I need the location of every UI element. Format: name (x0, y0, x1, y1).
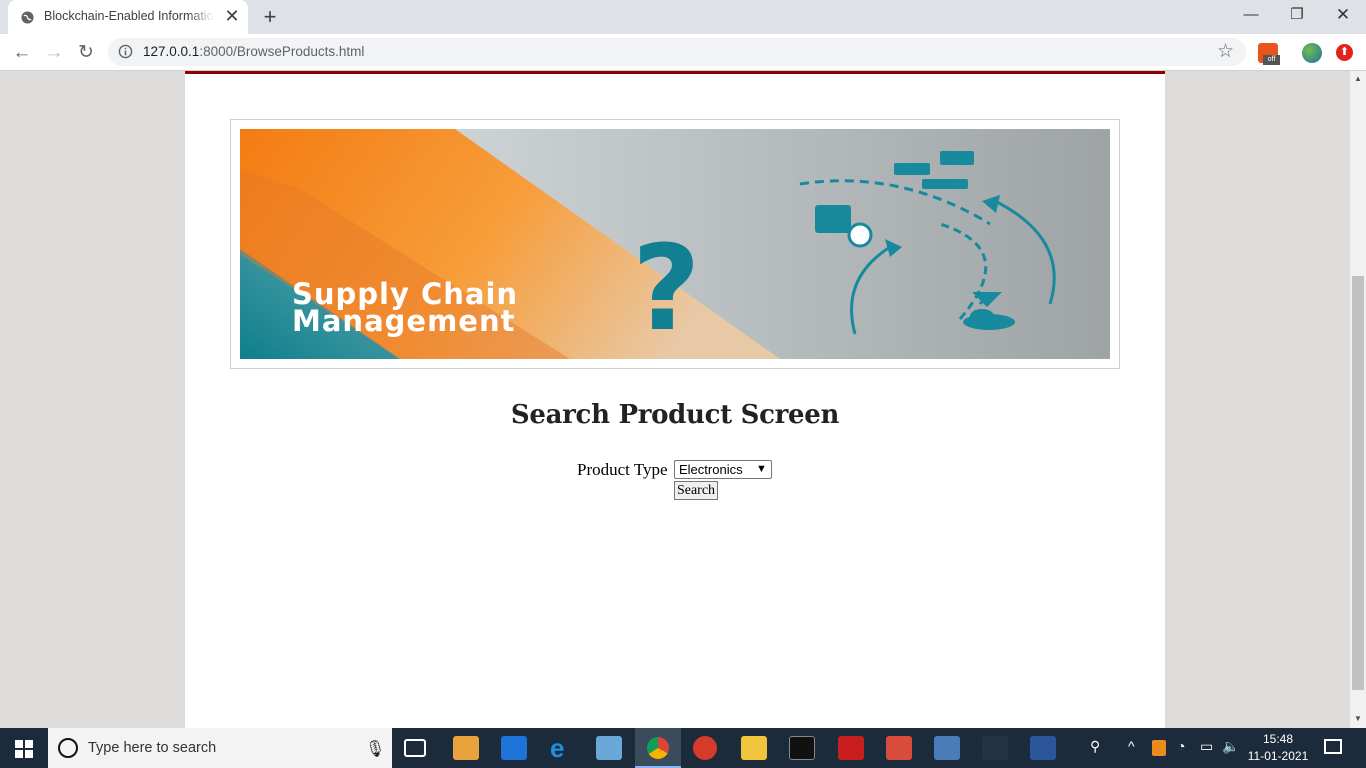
taskbar-clock[interactable]: 15:48 11-01-2021 (1244, 731, 1312, 765)
word-icon[interactable] (1030, 736, 1056, 760)
search-button[interactable]: Search (674, 481, 718, 500)
profile-extension-icon[interactable] (1302, 43, 1322, 63)
banner-question-mark: ? (632, 219, 700, 357)
edge-icon[interactable]: e (550, 733, 564, 764)
clock-date: 11-01-2021 (1247, 749, 1309, 763)
extension-off-badge: off (1263, 55, 1280, 65)
url-path: :8000/BrowseProducts.html (199, 44, 365, 59)
scrollbar-thumb[interactable] (1352, 276, 1364, 690)
new-tab-button[interactable]: + (258, 6, 282, 28)
scroll-down-arrow-icon[interactable]: ▼ (1350, 712, 1366, 726)
volume-icon[interactable]: 🔈 (1222, 738, 1239, 755)
banner-title-line2: Management (292, 304, 515, 338)
url-text: 127.0.0.1:8000/BrowseProducts.html (143, 44, 364, 59)
reload-icon[interactable]: ↻ (74, 41, 98, 65)
windows-logo-icon (15, 740, 33, 758)
supply-chain-banner-image: Supply Chain Management ? (240, 129, 1110, 359)
battery-icon[interactable]: ▭ (1200, 738, 1213, 755)
app-icon-paint[interactable] (886, 736, 912, 760)
task-view-icon[interactable] (404, 739, 426, 757)
close-tab-icon[interactable]: ✕ (222, 6, 242, 26)
cortana-icon (58, 738, 78, 758)
store-icon[interactable] (453, 736, 479, 760)
page-title: Search Product Screen (510, 400, 840, 430)
url-host: 127.0.0.1 (143, 44, 200, 59)
acrobat-icon[interactable] (838, 736, 864, 760)
chrome-taskbar-button[interactable] (635, 728, 681, 768)
wifi-icon[interactable]: ◔ (1177, 738, 1185, 754)
mysql-icon[interactable] (982, 736, 1008, 760)
bookmark-star-icon[interactable]: ☆ (1217, 40, 1234, 63)
microphone-icon[interactable]: 🎙 (365, 739, 385, 759)
start-button[interactable] (0, 728, 48, 768)
minimize-icon[interactable]: — (1228, 0, 1274, 30)
python-icon[interactable] (934, 736, 960, 760)
browser-tab[interactable]: Blockchain-Enabled Information ✕ (8, 0, 248, 34)
notification-icon[interactable] (1324, 739, 1342, 754)
command-prompt-icon[interactable] (789, 736, 815, 760)
app-icon-red[interactable] (693, 736, 717, 760)
chrome-icon (647, 737, 669, 759)
header-divider (185, 71, 1165, 74)
forward-arrow-icon[interactable]: → (42, 41, 66, 65)
restore-icon[interactable]: ❐ (1274, 0, 1320, 30)
notepad-icon[interactable] (596, 736, 622, 760)
tray-chevron-up-icon[interactable]: ^ (1128, 738, 1135, 754)
update-icon[interactable]: ⬆ (1336, 44, 1353, 61)
close-window-icon[interactable]: ✕ (1320, 0, 1366, 30)
people-icon[interactable]: ⚲ (1090, 738, 1100, 755)
product-type-label: Product Type (577, 460, 668, 479)
dropdown-arrow-icon: ▼ (756, 463, 767, 475)
taskbar-search-placeholder: Type here to search (88, 740, 217, 756)
info-icon[interactable] (118, 44, 133, 59)
file-explorer-icon[interactable] (741, 736, 767, 760)
back-arrow-icon[interactable]: ← (10, 41, 34, 65)
globe-icon (21, 11, 34, 24)
tab-title: Blockchain-Enabled Information (44, 9, 214, 23)
clock-time: 15:48 (1262, 732, 1294, 746)
scroll-up-arrow-icon[interactable]: ▲ (1350, 72, 1366, 86)
mail-icon[interactable] (501, 736, 527, 760)
tray-app-icon[interactable] (1152, 740, 1166, 756)
